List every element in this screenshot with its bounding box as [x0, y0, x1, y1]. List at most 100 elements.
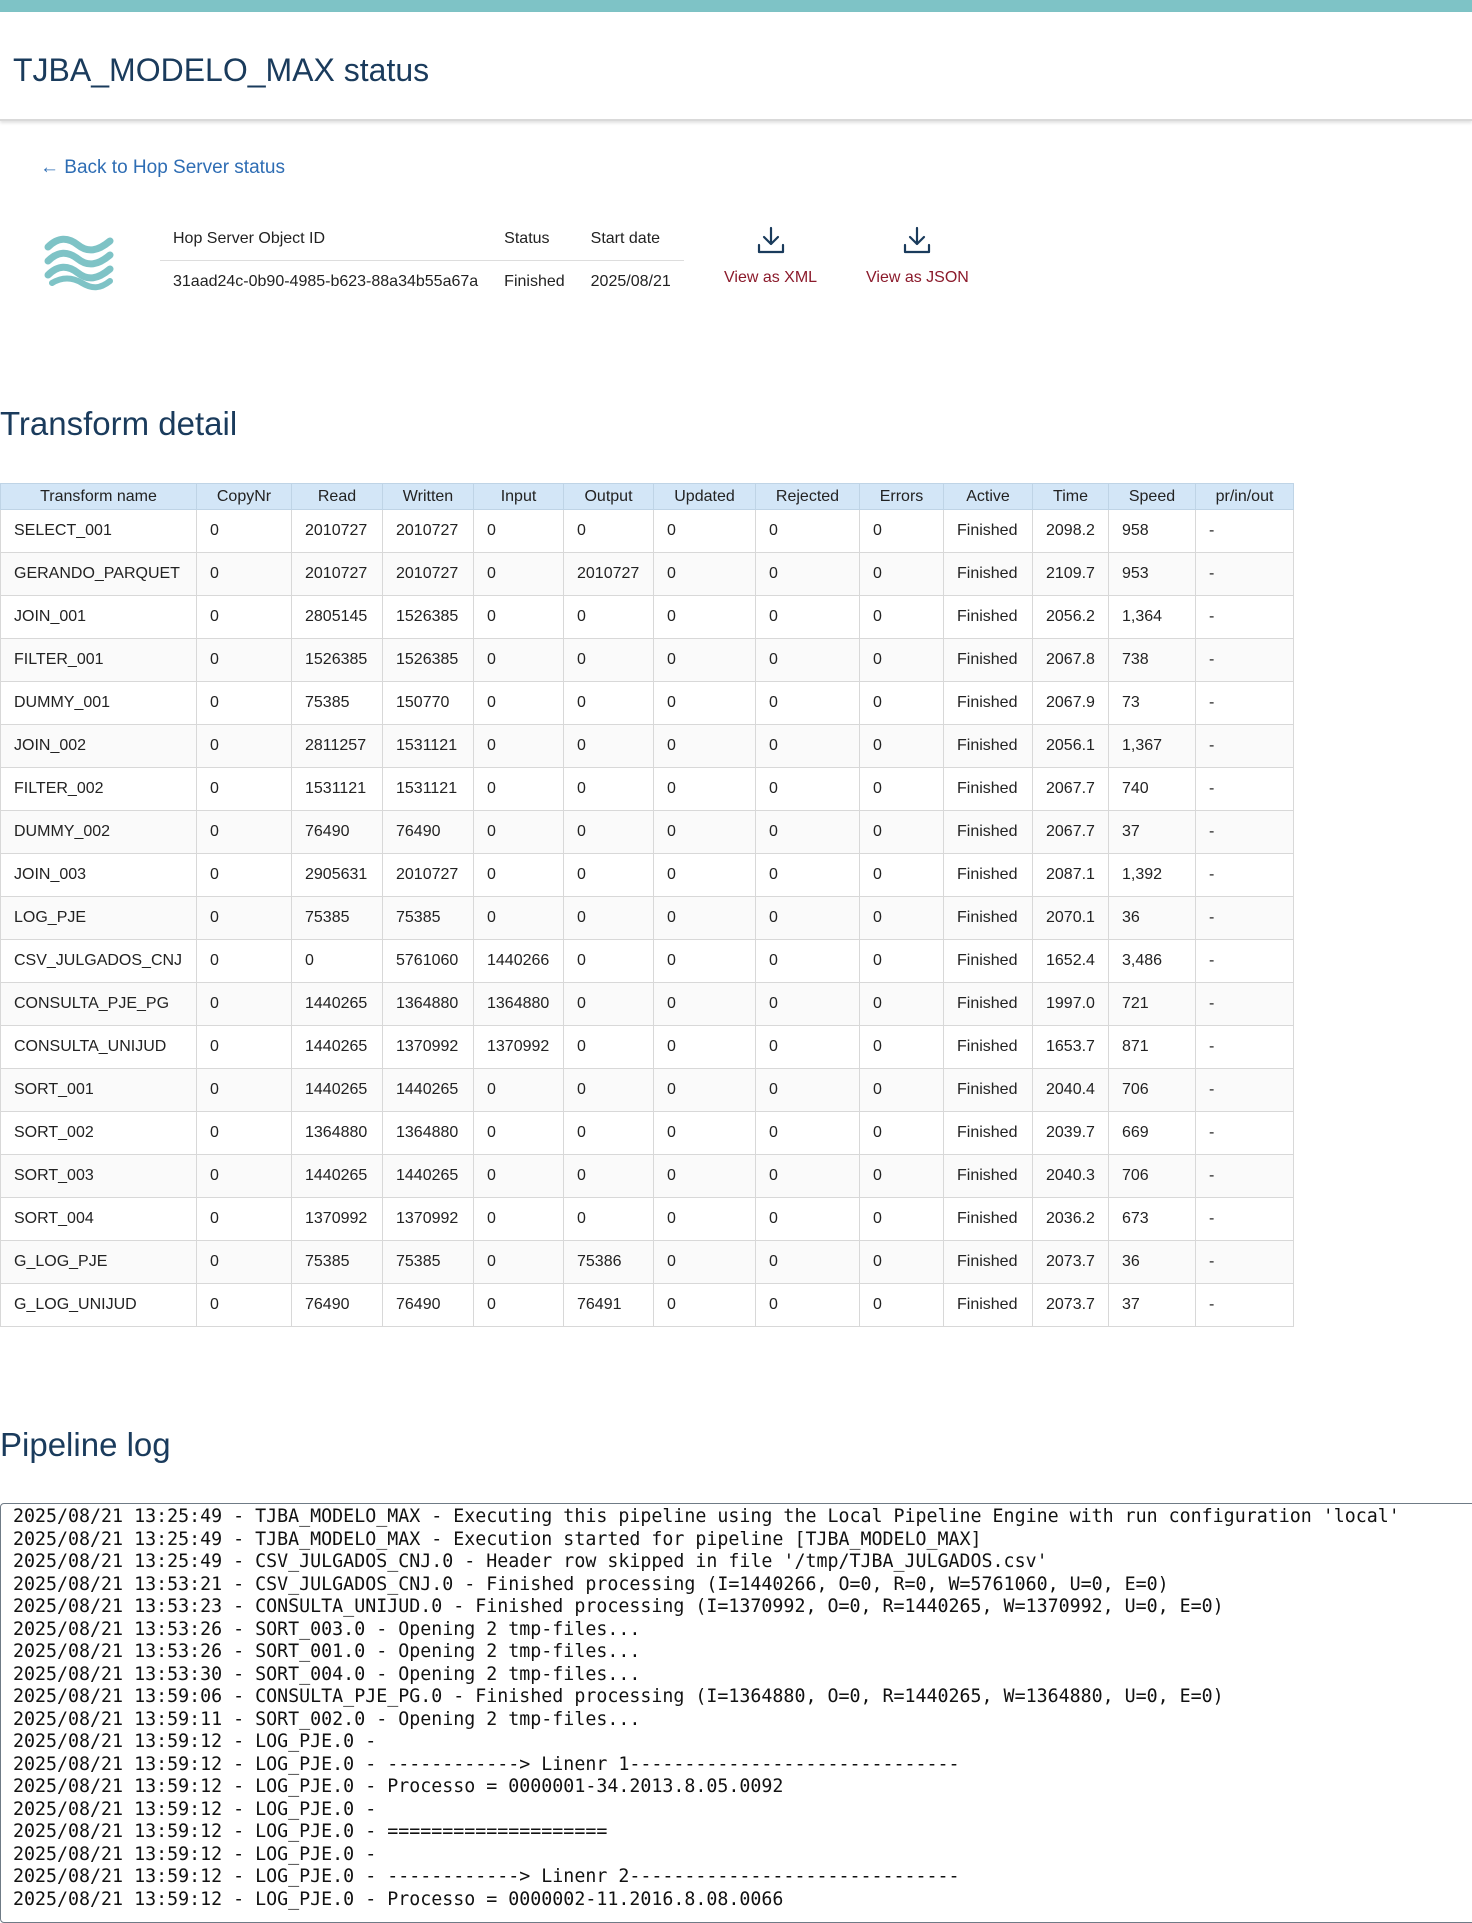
table-row: CONSULTA_PJE_PG 0 1440265 1364880 1364880 0 0 0…	[0, 982, 1294, 1026]
table-cell: -	[1195, 552, 1294, 596]
status-header: Status	[491, 222, 578, 261]
view-as-xml-button[interactable]: View as XML	[724, 225, 817, 287]
table-cell: 0	[653, 1154, 756, 1198]
table-cell: SORT_004	[0, 1197, 197, 1241]
table-row: LOG_PJE 0 75385 75385 0 0 0 0 0 Finished 2070.1 36-	[0, 896, 1294, 940]
table-cell: 0	[859, 638, 944, 682]
table-cell: 1440266	[473, 939, 564, 983]
table-cell: 1,367	[1108, 724, 1196, 768]
table-cell: 1652.4	[1032, 939, 1109, 983]
table-cell: -	[1195, 1025, 1294, 1069]
table-cell: -	[1195, 939, 1294, 983]
view-as-json-button[interactable]: View as JSON	[866, 225, 969, 287]
table-cell: 0	[196, 724, 292, 768]
table-cell: 2040.4	[1032, 1068, 1109, 1112]
column-header: Transform name	[0, 483, 197, 510]
table-cell: 0	[755, 1111, 860, 1155]
table-cell: 958	[1108, 509, 1196, 553]
table-cell: Finished	[943, 1025, 1033, 1069]
table-cell: 0	[859, 681, 944, 725]
table-row: JOIN_003 0 2905631 2010727 0 0 0 0 0 Finished 2087…	[0, 853, 1294, 897]
table-cell: 0	[859, 810, 944, 854]
table-cell: 0	[196, 1197, 292, 1241]
table-cell: 2010727	[382, 853, 474, 897]
table-cell: 0	[563, 1025, 654, 1069]
log-line: 2025/08/21 13:59:12 - LOG_PJE.0 - ======…	[13, 1821, 608, 1842]
table-row: SORT_004 0 1370992 1370992 0 0 0 0 0 Finished 2036…	[0, 1197, 1294, 1241]
table-cell: 0	[755, 939, 860, 983]
table-cell: 0	[473, 853, 564, 897]
table-cell: 2039.7	[1032, 1111, 1109, 1155]
table-cell: 0	[196, 638, 292, 682]
table-cell: 0	[196, 1111, 292, 1155]
table-cell: 0	[653, 552, 756, 596]
table-cell: 2070.1	[1032, 896, 1109, 940]
log-line: 2025/08/21 13:59:12 - LOG_PJE.0 - ------…	[13, 1866, 960, 1887]
table-cell: 0	[196, 509, 292, 553]
table-cell: 1440265	[382, 1154, 474, 1198]
pipeline-log-textarea[interactable]: 2025/08/21 13:25:49 - TJBA_MODELO_MAX - …	[0, 1503, 1472, 1923]
table-cell: 0	[653, 896, 756, 940]
table-cell: 0	[196, 1283, 292, 1327]
table-cell: 1653.7	[1032, 1025, 1109, 1069]
table-cell: Finished	[943, 896, 1033, 940]
table-cell: 0	[755, 724, 860, 768]
table-cell: Finished	[943, 681, 1033, 725]
table-cell: Finished	[943, 638, 1033, 682]
table-cell: 2010727	[563, 552, 654, 596]
table-cell: 0	[196, 681, 292, 725]
table-cell: 0	[473, 1111, 564, 1155]
table-cell: -	[1195, 853, 1294, 897]
table-cell: Finished	[943, 1240, 1033, 1284]
table-cell: Finished	[943, 853, 1033, 897]
log-line: 2025/08/21 13:59:12 - LOG_PJE.0 - Proces…	[13, 1776, 784, 1797]
table-cell: 0	[473, 1240, 564, 1284]
table-cell: 0	[196, 767, 292, 811]
table-cell: -	[1195, 1111, 1294, 1155]
table-cell: 0	[653, 1111, 756, 1155]
table-cell: 0	[196, 1068, 292, 1112]
table-cell: 0	[653, 724, 756, 768]
table-cell: 0	[563, 982, 654, 1026]
status-value: Finished	[504, 273, 565, 290]
transform-detail-table: Transform name CopyNr Read Written Input Outp…	[0, 483, 1294, 1327]
table-cell: 0	[755, 681, 860, 725]
table-cell: 0	[563, 896, 654, 940]
table-cell: 0	[473, 1283, 564, 1327]
table-cell: 0	[473, 1197, 564, 1241]
table-cell: -	[1195, 724, 1294, 768]
table-cell: 669	[1108, 1111, 1196, 1155]
table-row: DUMMY_001 0 75385 150770 0 0 0 0 0 Finished 2067.9…	[0, 681, 1294, 725]
table-cell: 0	[473, 1068, 564, 1112]
table-cell: 76490	[382, 810, 474, 854]
table-cell: 2010727	[382, 552, 474, 596]
table-cell: 0	[196, 982, 292, 1026]
table-cell: 0	[563, 1154, 654, 1198]
table-cell: 0	[859, 595, 944, 639]
table-cell: 0	[473, 810, 564, 854]
table-cell: 2073.7	[1032, 1240, 1109, 1284]
column-header: Active	[943, 483, 1033, 510]
table-cell: JOIN_002	[0, 724, 197, 768]
table-cell: 0	[755, 1068, 860, 1112]
back-to-server-status-link[interactable]: ← Back to Hop Server status	[40, 157, 285, 179]
table-cell: 0	[859, 552, 944, 596]
table-cell: 1364880	[382, 1111, 474, 1155]
table-cell: 2036.2	[1032, 1197, 1109, 1241]
table-cell: 0	[859, 1154, 944, 1198]
table-cell: 0	[563, 853, 654, 897]
table-cell: 1997.0	[1032, 982, 1109, 1026]
table-cell: 0	[473, 724, 564, 768]
table-cell: DUMMY_001	[0, 681, 197, 725]
table-row: CSV_JULGADOS_CNJ 0 0 5761060 1440266 0 0 0 0 Fini…	[0, 939, 1294, 983]
table-cell: 0	[653, 767, 756, 811]
table-cell: SORT_003	[0, 1154, 197, 1198]
table-cell: 2098.2	[1032, 509, 1109, 553]
table-cell: 1526385	[291, 638, 383, 682]
table-cell: 75385	[291, 896, 383, 940]
table-cell: 0	[473, 595, 564, 639]
table-cell: 0	[859, 896, 944, 940]
column-header: Input	[473, 483, 564, 510]
table-cell: 73	[1108, 681, 1196, 725]
table-cell: 75385	[291, 681, 383, 725]
